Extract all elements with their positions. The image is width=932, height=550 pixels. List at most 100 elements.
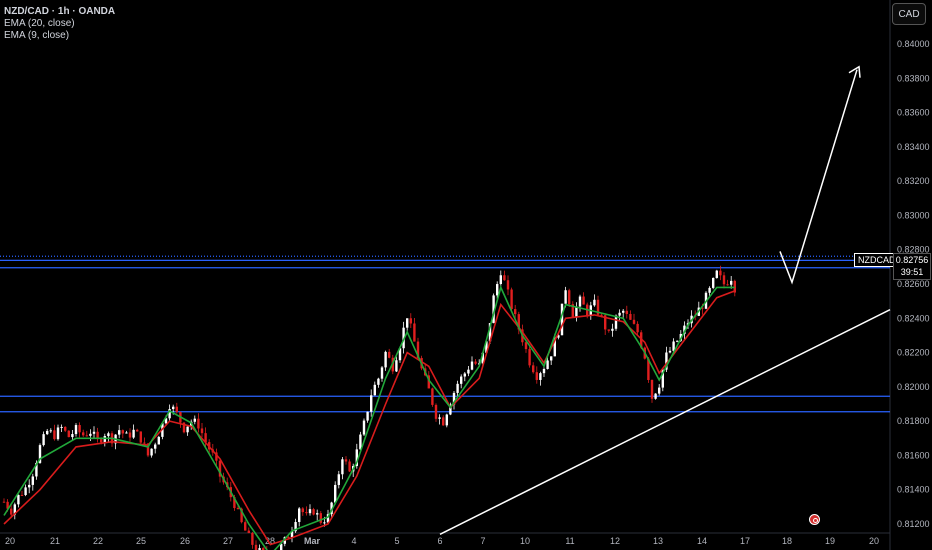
y-tick-label: 0.81800 xyxy=(897,416,930,426)
x-tick-label: 20 xyxy=(5,536,15,546)
candle-body xyxy=(582,296,585,305)
y-tick-label: 0.81200 xyxy=(897,519,930,529)
candle-body xyxy=(71,434,74,438)
candle-body xyxy=(377,378,380,385)
ema20-label[interactable]: EMA (20, close) xyxy=(4,18,115,30)
x-tick-label: 26 xyxy=(180,536,190,546)
candle-body xyxy=(708,287,711,293)
candle-body xyxy=(31,476,34,485)
candle-body xyxy=(514,309,517,315)
candle-body xyxy=(150,448,153,456)
candle-body xyxy=(341,459,344,475)
candle-body xyxy=(154,444,157,449)
candle-body xyxy=(301,508,304,513)
candle-body xyxy=(56,427,60,440)
candle-body xyxy=(564,290,567,304)
candle-body xyxy=(510,289,513,310)
y-tick-label: 0.83000 xyxy=(897,210,930,220)
candle-body xyxy=(20,494,24,496)
candle-body xyxy=(247,530,250,533)
economic-event-icon[interactable] xyxy=(809,514,820,525)
currency-button[interactable]: CAD xyxy=(892,3,926,25)
x-tick-label: Mar xyxy=(304,536,321,546)
candle-body xyxy=(100,439,103,443)
candle-body xyxy=(28,484,31,488)
candle-body xyxy=(578,296,582,307)
candle-body xyxy=(17,494,20,505)
candle-body xyxy=(74,425,78,435)
x-tick-label: 21 xyxy=(50,536,60,546)
last-price-label: 0.82756 39:51 xyxy=(893,253,931,280)
ascending-trendline[interactable] xyxy=(439,309,891,535)
candle-body xyxy=(136,429,139,432)
x-tick-label: 11 xyxy=(565,536,574,546)
candle-body xyxy=(542,368,546,374)
candle-body xyxy=(593,299,596,306)
candle-body xyxy=(89,433,92,436)
last-price-value: 0.82756 xyxy=(895,255,929,265)
y-tick-label: 0.82000 xyxy=(897,382,930,392)
x-tick-label: 17 xyxy=(740,536,750,546)
candle-body xyxy=(128,432,132,438)
candle-body xyxy=(434,404,438,419)
candle-body xyxy=(712,277,715,288)
candle-body xyxy=(395,360,398,372)
candle-body xyxy=(715,270,718,278)
y-tick-label: 0.82200 xyxy=(897,348,930,358)
candle-body xyxy=(388,351,391,358)
candle-body xyxy=(550,356,553,361)
candle-body xyxy=(200,428,204,434)
y-tick-label: 0.83200 xyxy=(897,176,930,186)
candle-body xyxy=(618,312,621,316)
candle-body xyxy=(622,310,625,313)
candle-body xyxy=(2,501,6,503)
candle-body xyxy=(308,509,312,514)
candle-body xyxy=(384,351,387,368)
candle-body xyxy=(650,379,654,399)
candle-body xyxy=(82,432,85,436)
candle-body xyxy=(254,544,258,550)
x-tick-label: 22 xyxy=(93,536,103,546)
candle-body xyxy=(409,318,412,324)
candle-body xyxy=(334,484,337,503)
candle-body xyxy=(157,436,160,445)
ema20-line[interactable] xyxy=(3,290,736,546)
symbol-title: NZD/CAD · 1h · OANDA xyxy=(4,6,116,17)
candle-body xyxy=(676,340,679,342)
candle-body xyxy=(658,387,661,394)
x-tick-label: 4 xyxy=(351,536,356,546)
candle-body xyxy=(10,508,13,515)
candle-body xyxy=(373,384,376,396)
y-tick-label: 0.83600 xyxy=(897,108,930,118)
candle-body xyxy=(316,513,319,515)
candle-body xyxy=(49,430,52,432)
ema9-line[interactable] xyxy=(3,285,735,550)
x-tick-label: 25 xyxy=(136,536,146,546)
candle-body xyxy=(456,383,459,393)
candle-body xyxy=(535,372,538,380)
candle-body xyxy=(445,414,448,426)
candle-body xyxy=(78,425,81,433)
candle-body xyxy=(344,459,348,462)
candle-body xyxy=(348,461,351,472)
x-tick-label: 7 xyxy=(480,536,485,546)
ema9-label[interactable]: EMA (9, close) xyxy=(4,30,115,42)
candle-body xyxy=(362,420,366,435)
x-tick-label: 20 xyxy=(869,536,879,546)
x-tick-label: 5 xyxy=(394,536,399,546)
candle-body xyxy=(722,275,726,285)
candle-body xyxy=(46,430,49,435)
candle-body xyxy=(366,411,369,421)
candle-body xyxy=(139,431,142,443)
projection-arrow[interactable] xyxy=(779,69,858,285)
candle-body xyxy=(532,365,535,373)
candle-body xyxy=(503,275,506,281)
bar-countdown: 39:51 xyxy=(900,267,924,277)
candle-body xyxy=(175,406,178,413)
candle-body xyxy=(380,367,384,379)
candle-body xyxy=(654,393,657,399)
candle-body xyxy=(506,280,510,290)
candle-body xyxy=(24,487,27,496)
candle-body xyxy=(143,442,146,444)
price-chart[interactable]: 0.84000 0.83800 0.83600 0.83400 0.83200 0.830… xyxy=(0,0,932,550)
